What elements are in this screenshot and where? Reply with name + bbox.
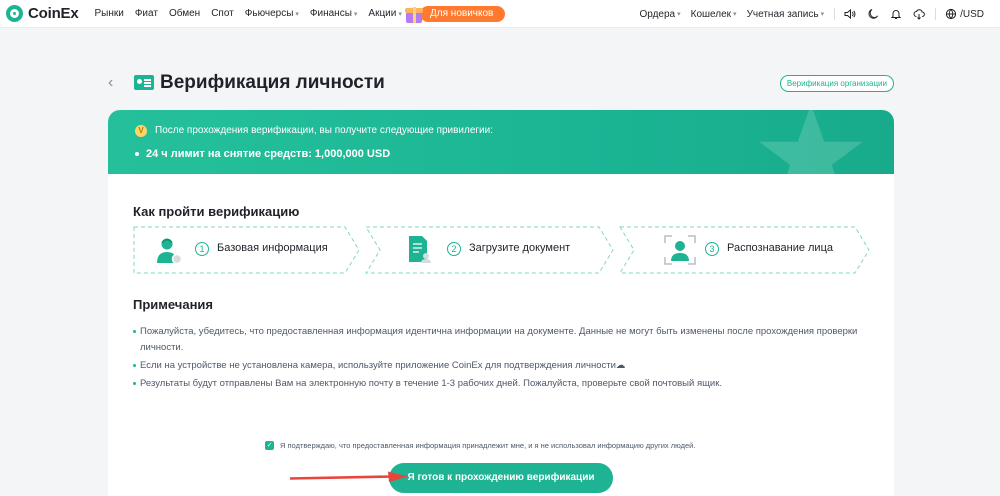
step-number: 3 <box>705 242 719 256</box>
bell-icon[interactable] <box>889 7 903 21</box>
organization-verification-button[interactable]: Верификация организации <box>779 75 894 92</box>
privileges-intro: После прохождения верификации, вы получи… <box>155 125 494 136</box>
notes-section-title: Примечания <box>133 297 214 312</box>
cloud-download-icon[interactable]: ☁ <box>616 360 626 371</box>
chevron-down-icon: ▾ <box>353 10 358 18</box>
nav-account[interactable]: Учетная запись ▾ <box>747 9 825 20</box>
nav-divider <box>935 8 937 20</box>
step-number: 2 <box>447 242 461 256</box>
step-face-recognition: 3 Распознавание лица <box>619 226 870 274</box>
step-label: Распознавание лица <box>727 242 833 254</box>
nav-divider <box>834 8 836 20</box>
id-card-icon <box>134 75 154 90</box>
nav-item-stocks[interactable]: Акции ▾ <box>368 8 401 19</box>
download-icon[interactable] <box>912 7 926 21</box>
vip-badge-icon: V <box>135 125 147 137</box>
gift-icon <box>404 4 424 24</box>
page-title: Верификация личности <box>160 72 385 93</box>
steps-section-title: Как пройти верификацию <box>133 204 300 219</box>
notes-list: Пожалуйста, убедитесь, что предоставленн… <box>133 324 863 394</box>
step-upload-document: 2 Загрузите документ <box>365 226 614 274</box>
nav-item-spot[interactable]: Спот <box>211 8 234 19</box>
note-item: Пожалуйста, убедитесь, что предоставленн… <box>133 324 863 356</box>
verification-card: V После прохождения верификации, вы полу… <box>108 110 894 496</box>
start-verification-button[interactable]: Я готов к прохождению верификации <box>389 463 613 493</box>
moon-icon[interactable] <box>866 7 880 21</box>
main-nav: Рынки Фиат Обмен Спот Фьючерсы ▾ Финансы ▾… <box>94 8 412 19</box>
chevron-down-icon: ▾ <box>398 10 402 18</box>
nav-item-fiat[interactable]: Фиат <box>135 8 158 19</box>
coinex-logo-icon <box>6 5 23 22</box>
volume-icon[interactable] <box>843 7 857 21</box>
chevron-down-icon: ▾ <box>733 11 737 18</box>
step-label: Базовая информация <box>217 242 328 254</box>
chevron-down-icon: ▾ <box>820 11 825 18</box>
star-decoration-icon <box>759 110 863 204</box>
face-scan-icon <box>664 235 696 265</box>
top-navigation-bar: CoinEx Рынки Фиат Обмен Спот Фьючерсы ▾ Ф… <box>0 0 1000 28</box>
step-label: Загрузите документ <box>469 242 571 254</box>
agreement-row: ✓ Я подтверждаю, что предоставленная инф… <box>265 441 695 450</box>
newcomer-promo[interactable]: Для новичков <box>404 4 506 24</box>
note-item: Результаты будут отправлены Вам на элект… <box>133 376 863 392</box>
step-basic-info: 1 Базовая информация <box>133 226 360 274</box>
nav-item-markets[interactable]: Рынки <box>94 8 123 19</box>
back-chevron-icon[interactable]: ‹ <box>108 74 113 92</box>
chevron-down-icon: ▾ <box>295 10 299 18</box>
nav-wallet[interactable]: Кошелек ▾ <box>691 9 737 20</box>
globe-icon <box>944 7 958 21</box>
privileges-banner: V После прохождения верификации, вы полу… <box>108 110 894 204</box>
newcomer-promo-button[interactable]: Для новичков <box>420 5 506 22</box>
nav-item-finance[interactable]: Финансы ▾ <box>310 8 358 19</box>
right-nav: Ордера ▾ Кошелек ▾ Учетная запись ▾ /USD <box>639 0 1000 28</box>
document-icon <box>409 236 431 263</box>
step-number: 1 <box>195 242 209 256</box>
note-item: Если на устройстве не установлена камера… <box>133 358 863 374</box>
currency-label: /USD <box>960 8 984 20</box>
nav-orders[interactable]: Ордера ▾ <box>639 9 680 20</box>
privilege-item: 24 ч лимит на снятие средств: 1,000,000 … <box>135 148 390 160</box>
agreement-text: Я подтверждаю, что предоставленная инфор… <box>280 441 696 450</box>
nav-item-futures[interactable]: Фьючерсы ▾ <box>245 8 299 19</box>
language-currency-selector[interactable]: /USD <box>944 7 984 21</box>
chevron-down-icon: ▾ <box>677 11 681 18</box>
verification-steps: 1 Базовая информация 2 Загрузите докумен… <box>133 226 870 274</box>
logo-text: CoinEx <box>28 5 79 22</box>
red-arrow-annotation-icon <box>290 471 408 482</box>
nav-item-exchange[interactable]: Обмен <box>169 8 200 19</box>
coinex-logo[interactable]: CoinEx <box>6 0 79 28</box>
agreement-checkbox[interactable]: ✓ <box>265 441 274 450</box>
user-icon <box>157 238 183 265</box>
